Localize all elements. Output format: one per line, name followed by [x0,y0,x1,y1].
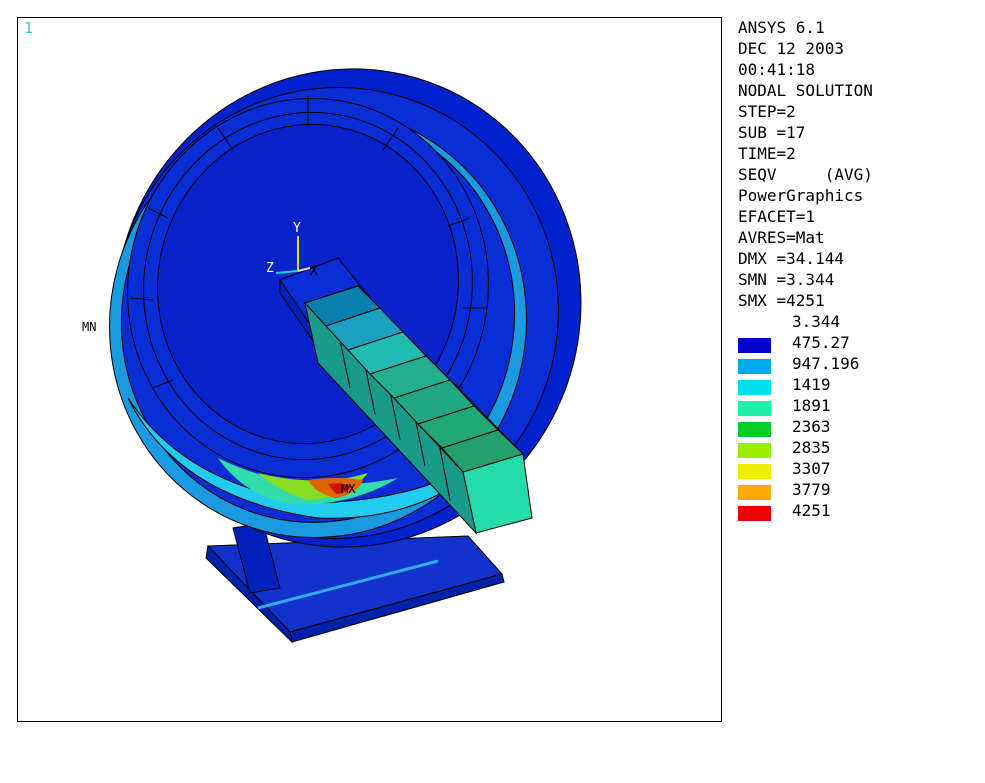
legend-row: 475.27 [738,332,978,353]
legend-min-row: 3.344 [738,311,978,332]
info-program: ANSYS 6.1 [738,18,825,37]
legend-row: 2363 [738,416,978,437]
info-smn: SMN =3.344 [738,270,835,289]
legend-swatch [738,380,771,395]
info-date: DEC 12 2003 [738,39,844,58]
info-result-item: SEQV (AVG) [738,165,873,184]
legend-label: 4251 [792,501,831,520]
info-dmx: DMX =34.144 [738,249,844,268]
legend-row: 1419 [738,374,978,395]
legend-label: 947.196 [792,354,860,373]
graphics-viewport[interactable]: 1 Y Z X MN MX [17,17,722,722]
legend-label: 1891 [792,396,831,415]
triad-z-label: Z [266,261,274,276]
legend-swatch [738,506,771,521]
info-smx: SMX =4251 [738,291,825,310]
contour-legend: 3.344 475.27 947.196 1419 1891 2363 2835… [738,311,978,521]
legend-label: 3307 [792,459,831,478]
info-panel: ANSYS 6.1 DEC 12 2003 00:41:18 NODAL SOL… [738,17,978,311]
min-marker: MN [82,320,96,334]
legend-row: 947.196 [738,353,978,374]
legend-swatch [738,338,771,353]
legend-label: 2363 [792,417,831,436]
legend-swatch [738,401,771,416]
legend-row: 2835 [738,437,978,458]
triad-y-label: Y [293,221,301,236]
info-solution-type: NODAL SOLUTION [738,81,873,100]
legend-swatch [738,443,771,458]
legend-swatch [738,464,771,479]
legend-min-label: 3.344 [792,312,841,331]
info-solution-time: TIME=2 [738,144,796,163]
legend-row: 4251 [738,500,978,521]
legend-label: 475.27 [792,333,850,352]
info-graphics-mode: PowerGraphics [738,186,864,205]
legend-label: 2835 [792,438,831,457]
info-time: 00:41:18 [738,60,816,79]
max-marker: MX [341,482,356,496]
legend-swatch [738,359,771,374]
legend-label: 3779 [792,480,831,499]
legend-swatch [738,485,771,500]
legend-label: 1419 [792,375,831,394]
legend-row: 3779 [738,479,978,500]
legend-swatch [738,422,771,437]
info-step: STEP=2 [738,102,796,121]
info-avres: AVRES=Mat [738,228,825,247]
legend-row: 1891 [738,395,978,416]
legend-row: 3307 [738,458,978,479]
fea-model-plot: Y Z X MN MX [82,68,582,644]
triad-x-label: X [310,264,318,279]
info-substep: SUB =17 [738,123,806,142]
info-efacet: EFACET=1 [738,207,816,226]
